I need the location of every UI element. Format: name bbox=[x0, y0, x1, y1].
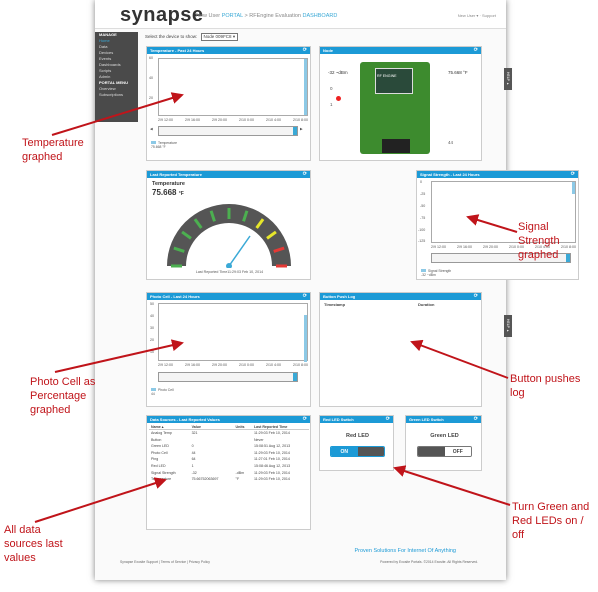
arrow-button bbox=[410, 339, 509, 379]
arrow-sources bbox=[34, 477, 167, 523]
arrow-temperature bbox=[51, 92, 184, 136]
arrow-signal bbox=[466, 214, 518, 233]
arrow-leds bbox=[393, 465, 511, 506]
arrow-photo bbox=[54, 339, 184, 373]
annotation-arrows bbox=[34, 92, 518, 523]
